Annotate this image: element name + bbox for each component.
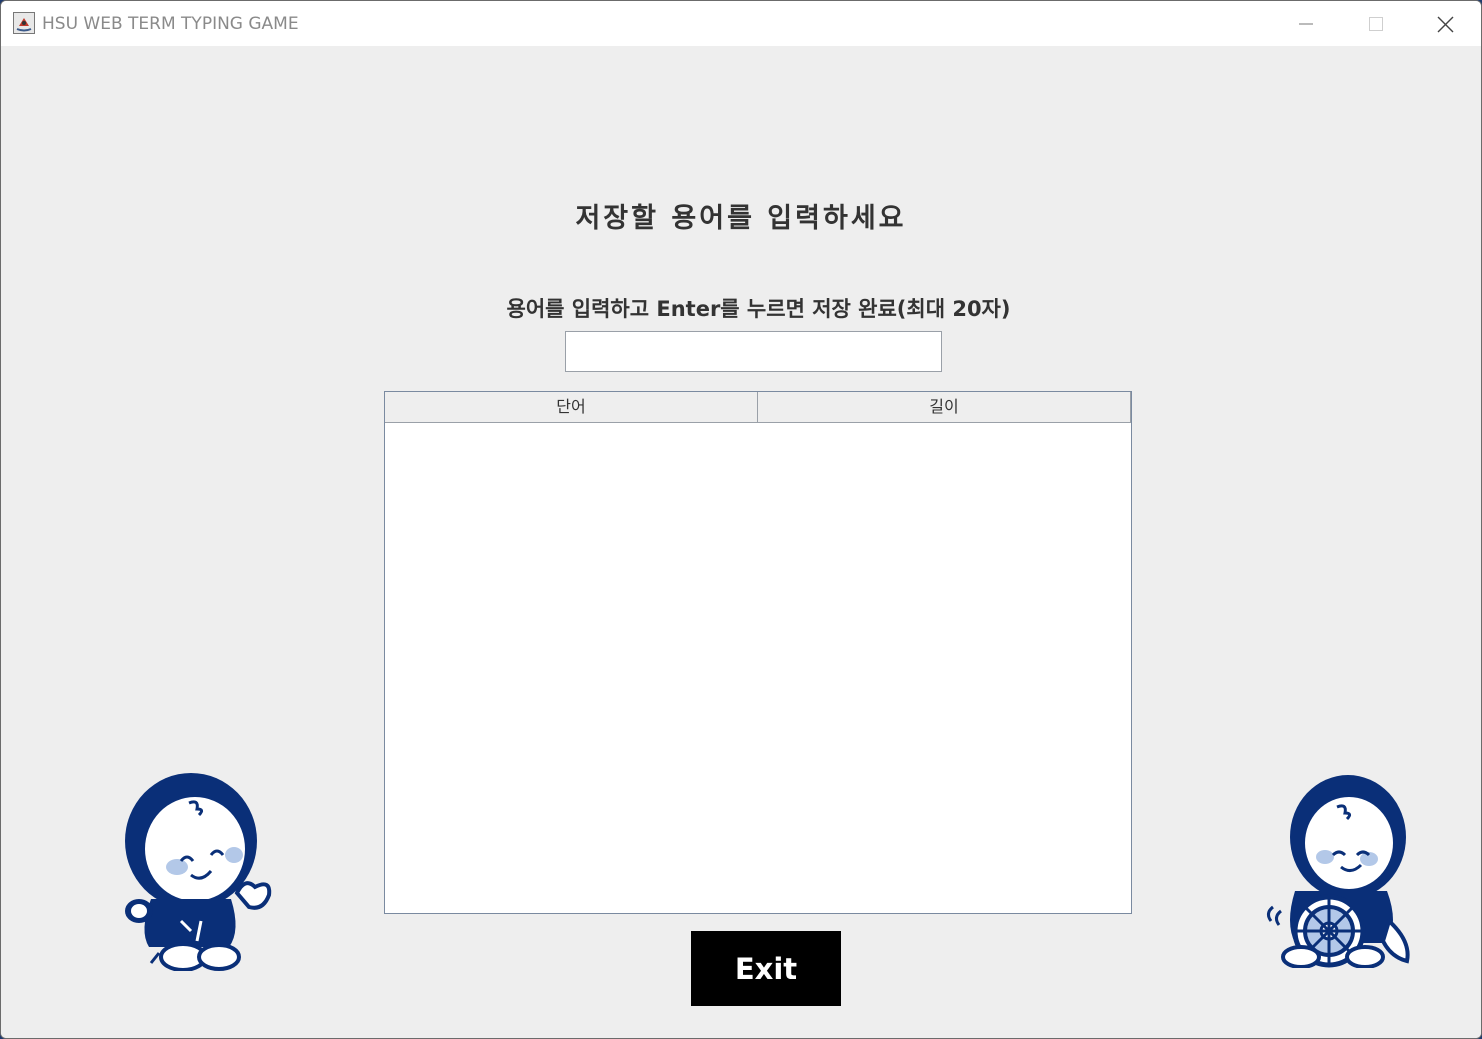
maximize-icon: [1369, 17, 1383, 31]
table-header: 단어 길이: [385, 392, 1131, 423]
close-button[interactable]: [1410, 1, 1480, 46]
close-icon: [1437, 16, 1454, 33]
table-body[interactable]: [385, 423, 1131, 913]
column-header-word[interactable]: 단어: [385, 392, 758, 422]
input-instruction: 용어를 입력하고 Enter를 누르면 저장 완료(최대 20자): [506, 297, 1011, 321]
minimize-button[interactable]: [1271, 1, 1341, 46]
term-input[interactable]: [565, 331, 942, 372]
maximize-button[interactable]: [1341, 1, 1411, 46]
app-window: HSU WEB TERM TYPING GAME 저장할 용어를 입력하세요 용…: [0, 0, 1482, 1039]
content-panel: 저장할 용어를 입력하세요 용어를 입력하고 Enter를 누르면 저장 완료(…: [1, 46, 1481, 1038]
java-icon: [13, 12, 35, 34]
page-heading: 저장할 용어를 입력하세요: [575, 203, 907, 234]
exit-button[interactable]: Exit: [691, 931, 841, 1006]
minimize-icon: [1299, 23, 1313, 25]
mascot-waving-image: [125, 773, 272, 971]
column-header-length[interactable]: 길이: [758, 392, 1131, 422]
title-bar[interactable]: HSU WEB TERM TYPING GAME: [1, 1, 1481, 46]
window-title: HSU WEB TERM TYPING GAME: [42, 14, 299, 34]
term-table[interactable]: 단어 길이: [384, 391, 1132, 914]
mascot-wheel-image: [1266, 775, 1410, 968]
